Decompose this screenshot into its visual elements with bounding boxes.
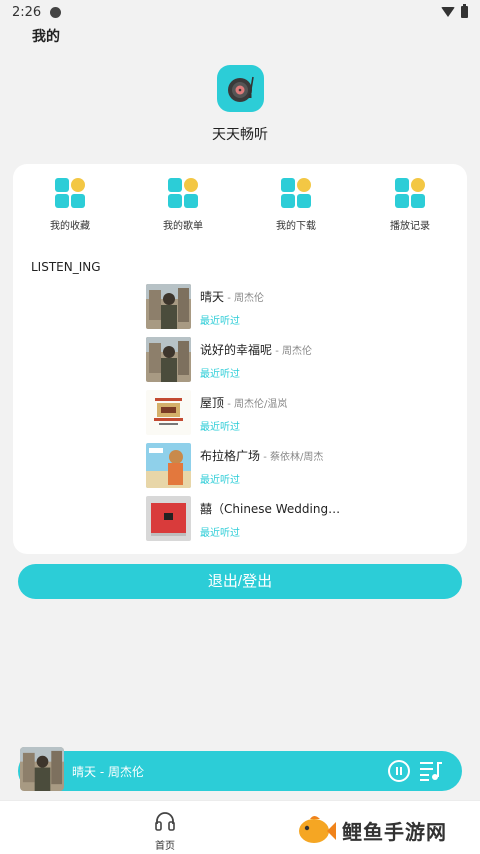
quick-action-label: 我的下载: [276, 221, 316, 232]
pause-icon[interactable]: [388, 760, 410, 782]
section-title: LISTEN_ING: [31, 260, 101, 274]
status-time: 2:26: [12, 4, 42, 20]
tab-home[interactable]: 首页: [143, 811, 187, 852]
grid-apps-icon: [168, 178, 198, 208]
page-title: 我的: [32, 29, 60, 45]
quick-action-favorites[interactable]: 我的收藏: [15, 178, 125, 232]
quick-action-history[interactable]: 播放记录: [355, 178, 465, 232]
grid-apps-icon: [395, 178, 425, 208]
notification-dot-icon: [50, 6, 62, 18]
grid-apps-icon: [55, 178, 85, 208]
recent-tag: 最近听过: [200, 528, 240, 539]
album-cover: [146, 390, 191, 435]
album-cover: [146, 443, 191, 488]
song-artist: - 周杰伦/温岚: [224, 399, 288, 410]
song-item[interactable]: 晴天 - 周杰伦 最近听过: [146, 284, 446, 330]
song-item[interactable]: 说好的幸福呢 - 周杰伦 最近听过: [146, 337, 446, 383]
recent-tag: 最近听过: [200, 316, 240, 327]
playlist-icon[interactable]: [419, 760, 443, 782]
song-title-line: 晴天 - 周杰伦: [200, 288, 264, 305]
album-cover: [146, 284, 191, 329]
mini-player[interactable]: 晴天 - 周杰伦: [18, 747, 462, 791]
profile-card: 我的收藏 我的歌单 我的下载 播放记录 LISTEN_ING 晴天 - 周杰伦 …: [13, 164, 467, 554]
quick-action-label: 播放记录: [390, 221, 430, 232]
grid-apps-icon: [281, 178, 311, 208]
song-title: 屋顶: [200, 396, 225, 410]
headphones-icon: [155, 812, 175, 831]
tab-home-label: 首页: [155, 841, 175, 852]
app-logo-icon: [217, 65, 264, 112]
recent-tag: 最近听过: [200, 422, 240, 433]
quick-action-label: 我的歌单: [163, 221, 203, 232]
battery-icon: [461, 4, 468, 18]
status-bar: 2:26: [0, 0, 480, 24]
song-artist: - 周杰伦: [272, 346, 312, 357]
song-title-line: 说好的幸福呢 - 周杰伦: [200, 341, 312, 358]
recent-tag: 最近听过: [200, 369, 240, 380]
wifi-icon: [441, 7, 455, 17]
song-title: 布拉格广场: [200, 449, 261, 463]
song-title-line: 屋顶 - 周杰伦/温岚: [200, 394, 287, 411]
song-item[interactable]: 囍（Chinese Wedding… 最近听过: [146, 496, 446, 542]
song-item[interactable]: 布拉格广场 - 蔡依林/周杰 最近听过: [146, 443, 446, 489]
song-title: 囍（Chinese Wedding…: [200, 502, 341, 516]
song-title-line: 囍（Chinese Wedding…: [200, 500, 340, 517]
fish-logo-icon: [299, 816, 336, 843]
quick-action-label: 我的收藏: [50, 221, 90, 232]
song-artist: - 蔡依林/周杰: [260, 452, 324, 463]
song-title-line: 布拉格广场 - 蔡依林/周杰: [200, 447, 323, 464]
quick-action-playlists[interactable]: 我的歌单: [128, 178, 238, 232]
logout-button[interactable]: 退出/登出: [18, 564, 462, 599]
song-artist: - 周杰伦: [224, 293, 264, 304]
now-playing-cover: [20, 747, 64, 791]
song-title: 说好的幸福呢: [200, 343, 273, 357]
watermark-text: 鲤鱼手游网: [342, 819, 447, 844]
status-icons: [441, 4, 468, 18]
song-title: 晴天: [200, 290, 225, 304]
app-name: 天天畅听: [212, 127, 268, 143]
album-cover: [146, 337, 191, 382]
album-cover: [146, 496, 191, 541]
recent-tag: 最近听过: [200, 475, 240, 486]
song-item[interactable]: 屋顶 - 周杰伦/温岚 最近听过: [146, 390, 446, 436]
watermark: 鲤鱼手游网: [296, 810, 447, 850]
quick-action-downloads[interactable]: 我的下载: [241, 178, 351, 232]
now-playing-title: 晴天 - 周杰伦: [72, 765, 144, 779]
